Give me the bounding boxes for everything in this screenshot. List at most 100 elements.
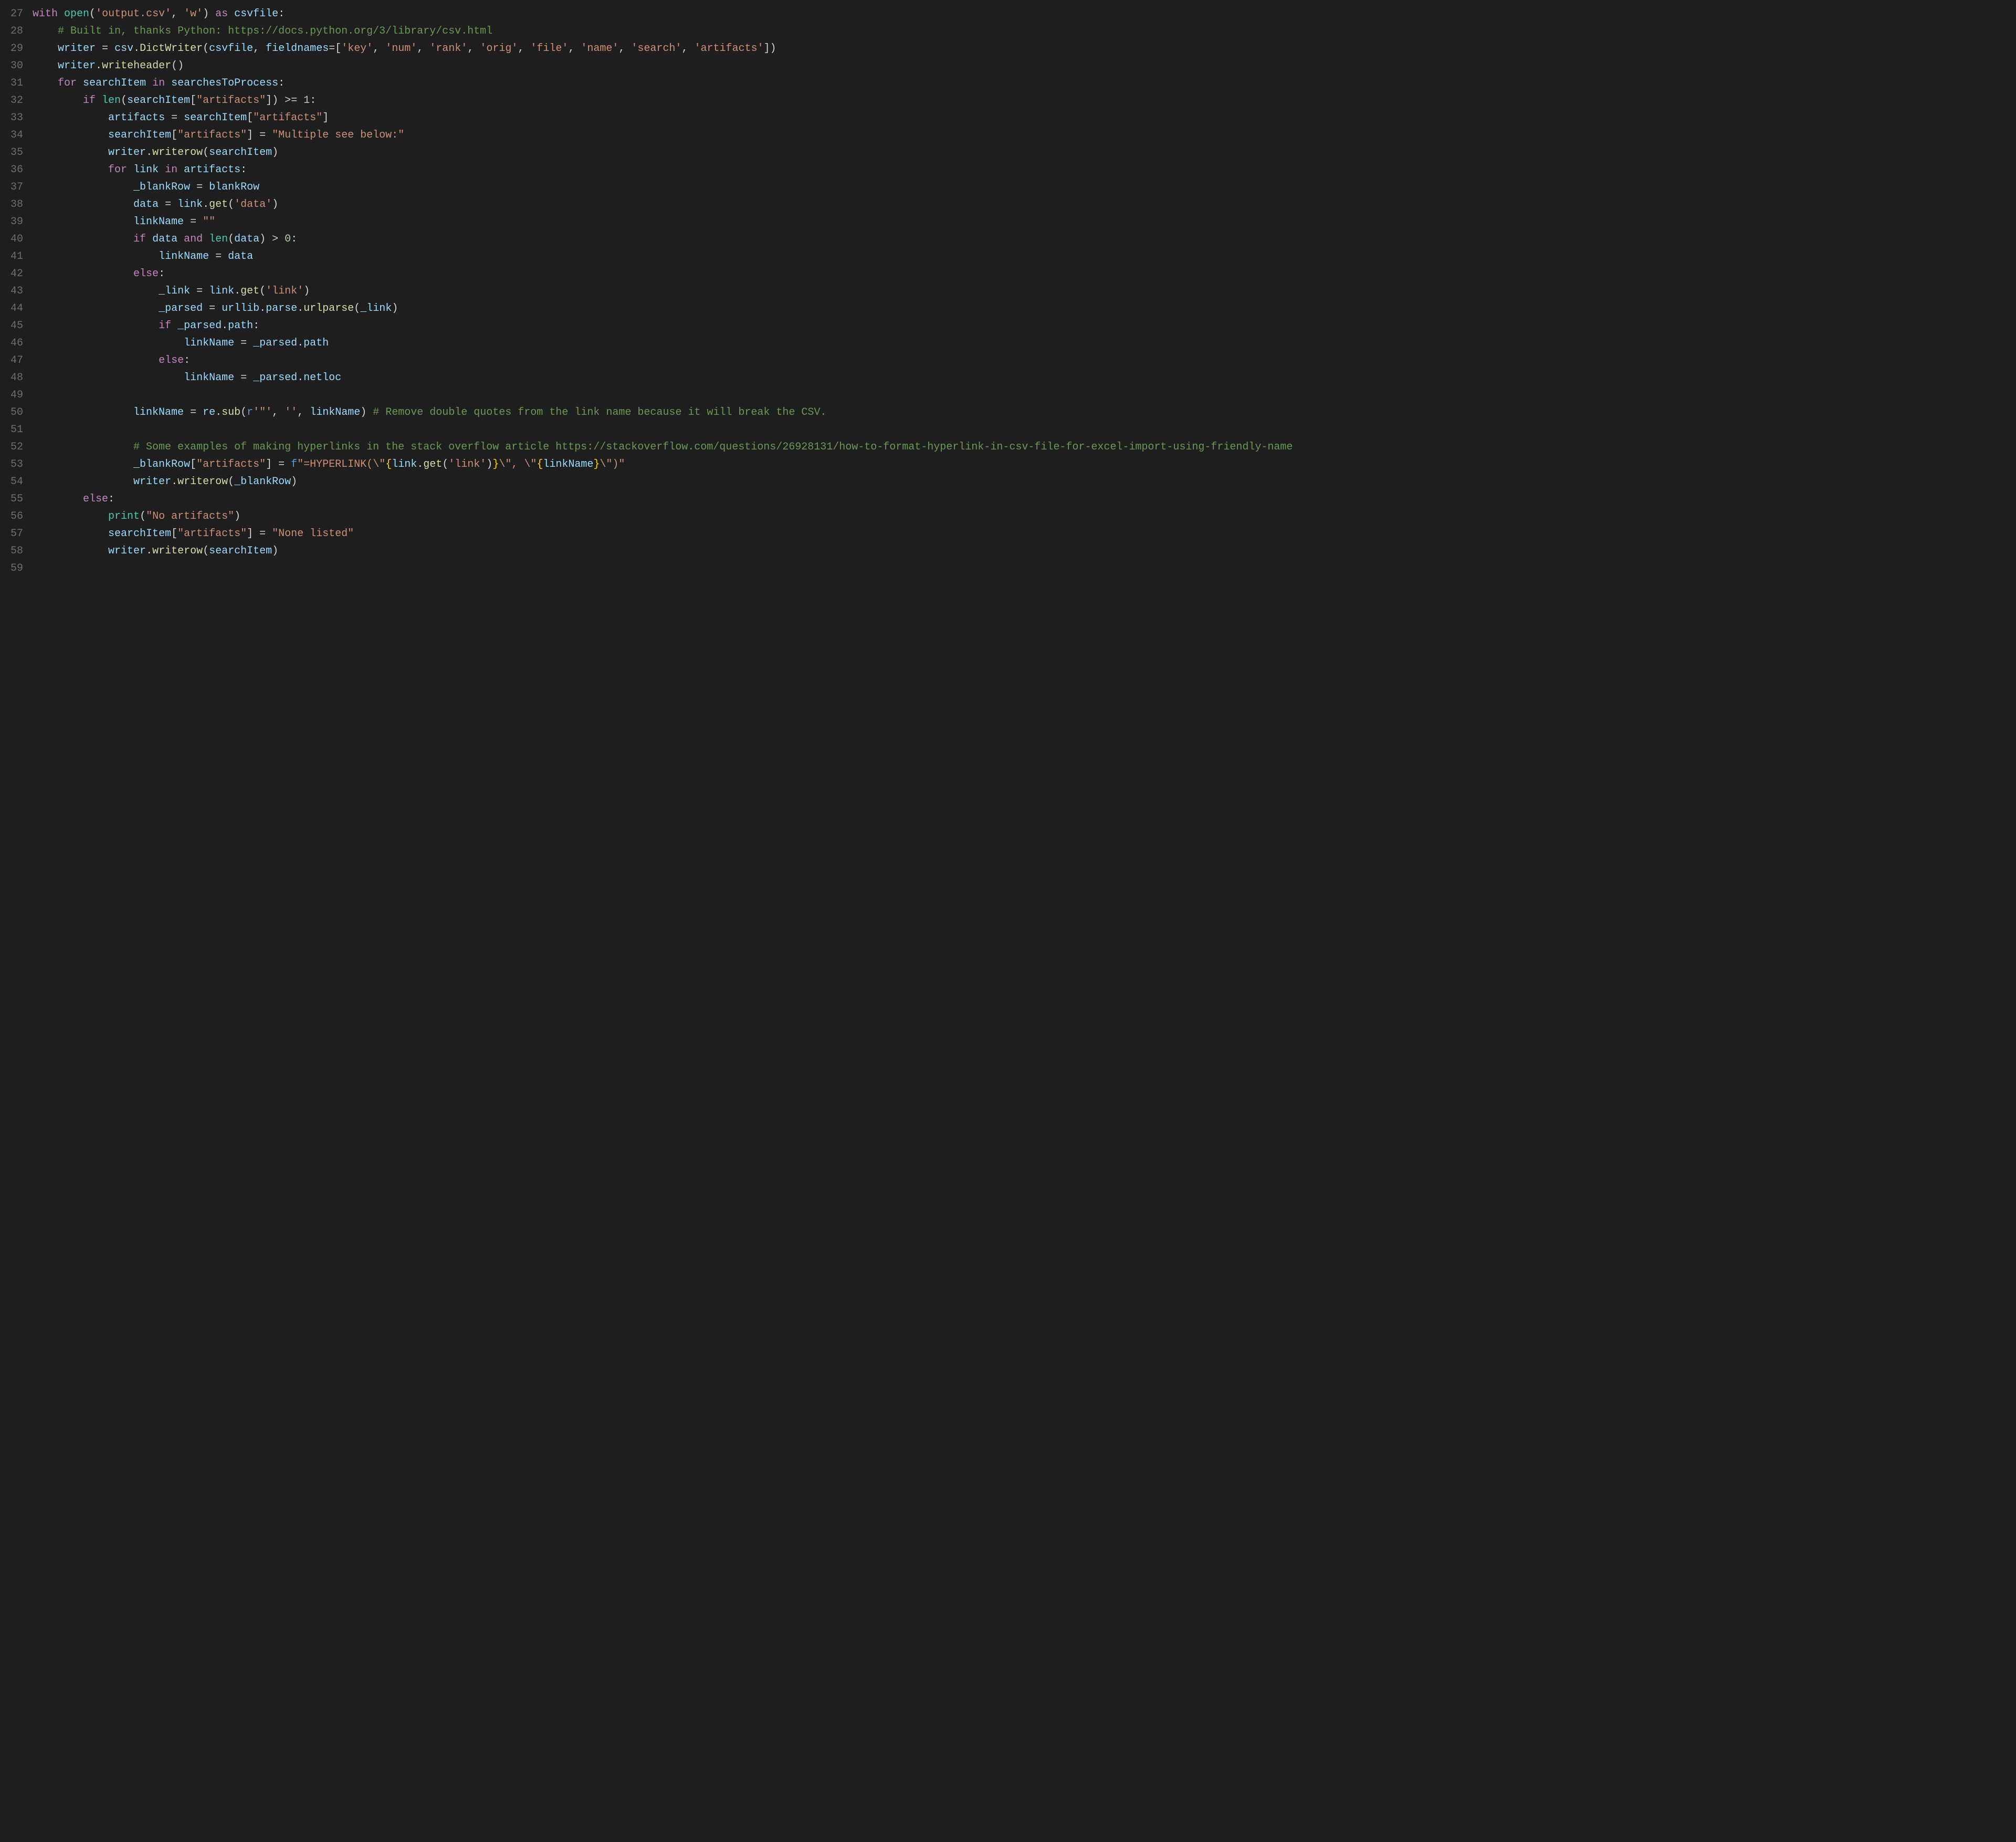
token-op: .	[96, 60, 102, 72]
token-str: ''	[285, 406, 297, 418]
token-kw: for	[58, 77, 83, 89]
token-kw: else	[133, 268, 159, 280]
token-fn: writerow	[152, 545, 203, 557]
token-op	[33, 129, 108, 141]
token-op: (	[228, 198, 234, 211]
token-op	[33, 95, 83, 107]
code-line[interactable]: searchItem["artifacts"] = "None listed"	[33, 525, 2006, 542]
code-line[interactable]: for searchItem in searchesToProcess:	[33, 75, 2006, 92]
code-editor[interactable]: 2728293031323334353637383940414243444546…	[0, 0, 2016, 582]
token-var: searchItem	[108, 129, 171, 141]
token-op: (	[259, 285, 266, 297]
token-op: ,	[568, 43, 581, 55]
code-line[interactable]	[33, 386, 2006, 404]
code-line[interactable]: linkName = _parsed.path	[33, 334, 2006, 352]
code-line[interactable]: if data and len(data) > 0:	[33, 231, 2006, 248]
token-op: .	[171, 476, 177, 488]
token-op: =	[184, 406, 203, 418]
token-bi: open	[64, 8, 89, 20]
code-line[interactable]: _blankRow["artifacts"] = f"=HYPERLINK(\"…	[33, 456, 2006, 473]
code-line[interactable]: else:	[33, 265, 2006, 282]
code-line[interactable]: _blankRow = blankRow	[33, 179, 2006, 196]
token-op: [	[190, 95, 196, 107]
code-line[interactable]: writer.writerow(searchItem)	[33, 542, 2006, 560]
code-line[interactable]: print("No artifacts")	[33, 508, 2006, 525]
code-line[interactable]: linkName = re.sub(r'"', '', linkName) # …	[33, 404, 2006, 421]
code-line[interactable]: for link in artifacts:	[33, 161, 2006, 179]
token-op: .	[215, 406, 222, 418]
token-cmt: # Some examples of making hyperlinks in …	[133, 441, 1293, 453]
token-bi: len	[209, 233, 228, 245]
line-number: 34	[10, 127, 23, 144]
token-op: .	[417, 458, 423, 470]
token-op	[33, 406, 133, 418]
token-op: :	[159, 268, 165, 280]
token-var: searchItem	[127, 95, 190, 107]
code-line[interactable]	[33, 421, 2006, 438]
token-fn: get	[423, 458, 442, 470]
token-op: )	[291, 476, 297, 488]
code-line[interactable]: writer.writerow(_blankRow)	[33, 473, 2006, 490]
code-line[interactable]: data = link.get('data')	[33, 196, 2006, 213]
code-line[interactable]: else:	[33, 490, 2006, 508]
token-op: ,	[171, 8, 184, 20]
token-kw: and	[177, 233, 209, 245]
token-str: 'num'	[385, 43, 417, 55]
token-kw: with	[33, 8, 64, 20]
line-number: 33	[10, 109, 23, 127]
token-var: writer	[58, 60, 96, 72]
token-op: (	[89, 8, 96, 20]
token-op: :	[184, 354, 190, 367]
code-line[interactable]: # Built in, thanks Python: https://docs.…	[33, 23, 2006, 40]
token-kw: for	[108, 164, 133, 176]
code-line[interactable]: writer = csv.DictWriter(csvfile, fieldna…	[33, 40, 2006, 57]
token-op: .	[146, 146, 152, 159]
line-number: 42	[10, 265, 23, 282]
token-var: data	[228, 250, 253, 263]
code-line[interactable]: searchItem["artifacts"] = "Multiple see …	[33, 127, 2006, 144]
line-number: 37	[10, 179, 23, 196]
token-op: =	[96, 43, 114, 55]
line-number: 32	[10, 92, 23, 109]
token-op: ()	[171, 60, 184, 72]
code-line[interactable]: writer.writeheader()	[33, 57, 2006, 75]
code-line[interactable]	[33, 560, 2006, 577]
code-line[interactable]: _link = link.get('link')	[33, 282, 2006, 300]
code-line[interactable]: if _parsed.path:	[33, 317, 2006, 334]
token-tvar: link	[392, 458, 417, 470]
code-line[interactable]: linkName = ""	[33, 213, 2006, 231]
token-op: ,	[681, 43, 694, 55]
code-line[interactable]: artifacts = searchItem["artifacts"]	[33, 109, 2006, 127]
token-op: [	[171, 129, 177, 141]
token-op	[33, 181, 133, 193]
line-number: 51	[10, 421, 23, 438]
token-op: ]	[322, 112, 329, 124]
token-op: (	[240, 406, 247, 418]
token-op: =	[234, 372, 253, 384]
token-op: :	[108, 493, 114, 505]
line-number: 38	[10, 196, 23, 213]
code-line[interactable]: # Some examples of making hyperlinks in …	[33, 438, 2006, 456]
token-op: (	[442, 458, 448, 470]
token-var: blankRow	[209, 181, 259, 193]
token-op: .	[203, 198, 209, 211]
token-braces: {	[537, 458, 543, 470]
token-var: searchItem	[83, 77, 146, 89]
token-str: "artifacts"	[177, 528, 247, 540]
token-cmt: # Remove double quotes from the link nam…	[373, 406, 826, 418]
code-area[interactable]: with open('output.csv', 'w') as csvfile:…	[33, 5, 2016, 577]
code-line[interactable]: _parsed = urllib.parse.urlparse(_link)	[33, 300, 2006, 317]
token-op	[33, 60, 58, 72]
code-line[interactable]: linkName = data	[33, 248, 2006, 265]
token-op: ,	[467, 43, 480, 55]
token-kw: as	[215, 8, 234, 20]
token-var: data	[234, 233, 259, 245]
code-line[interactable]: with open('output.csv', 'w') as csvfile:	[33, 5, 2006, 23]
code-line[interactable]: if len(searchItem["artifacts"]) >= 1:	[33, 92, 2006, 109]
code-line[interactable]: else:	[33, 352, 2006, 369]
code-line[interactable]: writer.writerow(searchItem)	[33, 144, 2006, 161]
token-fn: writeheader	[102, 60, 171, 72]
token-op: (	[228, 233, 234, 245]
token-var: artifacts	[184, 164, 240, 176]
code-line[interactable]: linkName = _parsed.netloc	[33, 369, 2006, 386]
